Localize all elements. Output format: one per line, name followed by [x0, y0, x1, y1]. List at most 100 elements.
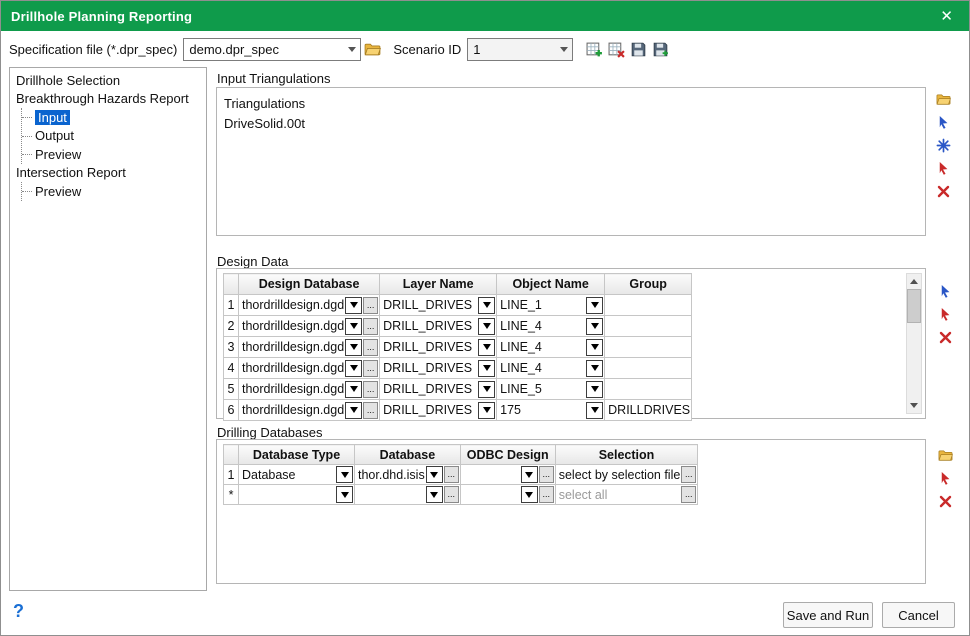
database-type-value[interactable]: Database — [242, 468, 335, 482]
dropdown-button[interactable] — [478, 402, 495, 419]
browse-button[interactable]: ... — [539, 486, 554, 503]
browse-button[interactable]: ... — [363, 318, 378, 335]
delete-scenario-button[interactable] — [605, 38, 627, 60]
dropdown-button[interactable] — [478, 318, 495, 335]
database-value[interactable]: thor.dhd.isis — [358, 468, 425, 482]
scrollbar-thumb[interactable] — [907, 289, 921, 323]
deselect-button[interactable] — [933, 158, 953, 178]
browse-button[interactable]: ... — [363, 297, 378, 314]
column-header[interactable]: ODBC Design — [460, 445, 555, 465]
column-header[interactable]: Selection — [555, 445, 698, 465]
dropdown-button[interactable] — [521, 466, 538, 483]
save-scenario-as-button[interactable] — [649, 38, 671, 60]
layer-name-value[interactable]: DRILL_DRIVES — [383, 340, 477, 354]
dropdown-button[interactable] — [345, 402, 362, 419]
dropdown-button[interactable] — [426, 466, 443, 483]
select-by-button[interactable] — [933, 135, 953, 155]
remove-all-button[interactable] — [935, 327, 955, 347]
layer-name-value[interactable]: DRILL_DRIVES — [383, 382, 477, 396]
tree-item-intersection-preview[interactable]: Preview — [22, 182, 206, 201]
layer-name-value[interactable]: DRILL_DRIVES — [383, 298, 477, 312]
object-name-value[interactable]: LINE_4 — [500, 361, 585, 375]
chevron-down-icon[interactable] — [343, 47, 360, 52]
object-name-value[interactable]: LINE_1 — [500, 298, 585, 312]
browse-button[interactable]: ... — [444, 466, 459, 483]
save-and-run-button[interactable]: Save and Run — [783, 602, 873, 628]
browse-button[interactable]: ... — [363, 360, 378, 377]
dropdown-button[interactable] — [586, 297, 603, 314]
browse-button[interactable]: ... — [681, 466, 696, 483]
dropdown-button[interactable] — [336, 466, 353, 483]
tree-item-intersection-report[interactable]: Intersection Report — [14, 164, 206, 183]
object-name-value[interactable]: 175 — [500, 403, 585, 417]
dropdown-button[interactable] — [478, 297, 495, 314]
vertical-scrollbar[interactable] — [906, 273, 922, 414]
browse-spec-folder-button[interactable] — [361, 38, 383, 60]
layer-name-value[interactable]: DRILL_DRIVES — [383, 361, 477, 375]
remove-all-button[interactable] — [935, 491, 955, 511]
browse-triangulation-button[interactable] — [933, 89, 953, 109]
column-header[interactable]: Database Type — [239, 445, 355, 465]
list-item[interactable]: DriveSolid.00t — [224, 113, 925, 133]
browse-button[interactable]: ... — [539, 466, 554, 483]
list-item[interactable]: Triangulations — [224, 93, 925, 113]
browse-button[interactable]: ... — [363, 339, 378, 356]
dropdown-button[interactable] — [521, 486, 538, 503]
tree-item-output[interactable]: Output — [22, 127, 206, 146]
close-button[interactable]: ✕ — [934, 7, 959, 25]
design-database-value[interactable]: thordrilldesign.dgd — [242, 403, 344, 417]
help-button[interactable]: ? — [13, 601, 24, 622]
design-database-value[interactable]: thordrilldesign.dgd — [242, 361, 344, 375]
browse-button[interactable]: ... — [681, 486, 696, 503]
dropdown-button[interactable] — [586, 339, 603, 356]
column-header[interactable]: Group — [605, 274, 692, 295]
chevron-down-icon[interactable] — [555, 47, 572, 52]
browse-database-button[interactable] — [935, 445, 955, 465]
dropdown-button[interactable] — [478, 339, 495, 356]
design-database-value[interactable]: thordrilldesign.dgd — [242, 298, 344, 312]
cancel-button[interactable]: Cancel — [882, 602, 955, 628]
scenario-id-combobox[interactable]: 1 — [467, 38, 573, 61]
group-value[interactable]: DRILLDRIVES — [608, 403, 690, 417]
dropdown-button[interactable] — [586, 318, 603, 335]
dropdown-button[interactable] — [586, 381, 603, 398]
dropdown-button[interactable] — [345, 381, 362, 398]
tree-item-breakthrough-hazards-report[interactable]: Breakthrough Hazards Report — [14, 90, 206, 109]
design-database-value[interactable]: thordrilldesign.dgd — [242, 319, 344, 333]
new-scenario-button[interactable] — [583, 38, 605, 60]
dropdown-button[interactable] — [336, 486, 353, 503]
deselect-button[interactable] — [935, 468, 955, 488]
design-database-value[interactable]: thordrilldesign.dgd — [242, 382, 344, 396]
dropdown-button[interactable] — [478, 360, 495, 377]
column-header[interactable]: Object Name — [497, 274, 605, 295]
object-name-value[interactable]: LINE_5 — [500, 382, 585, 396]
dropdown-button[interactable] — [478, 381, 495, 398]
tree-item-preview[interactable]: Preview — [22, 145, 206, 164]
layer-name-value[interactable]: DRILL_DRIVES — [383, 319, 477, 333]
dropdown-button[interactable] — [345, 339, 362, 356]
browse-button[interactable]: ... — [363, 402, 378, 419]
layer-name-value[interactable]: DRILL_DRIVES — [383, 403, 477, 417]
browse-button[interactable]: ... — [363, 381, 378, 398]
tree-item-input[interactable]: Input — [22, 108, 206, 127]
object-name-value[interactable]: LINE_4 — [500, 340, 585, 354]
scroll-up-button[interactable] — [907, 274, 921, 289]
spec-file-combobox[interactable]: demo.dpr_spec — [183, 38, 361, 61]
column-header[interactable]: Design Database — [239, 274, 380, 295]
tree-item-drillhole-selection[interactable]: Drillhole Selection — [14, 71, 206, 90]
dropdown-button[interactable] — [586, 402, 603, 419]
scroll-down-button[interactable] — [907, 398, 921, 413]
select-on-screen-button[interactable] — [935, 281, 955, 301]
select-on-screen-button[interactable] — [933, 112, 953, 132]
selection-value[interactable]: select all — [559, 488, 681, 502]
dropdown-button[interactable] — [345, 318, 362, 335]
dropdown-button[interactable] — [345, 360, 362, 377]
triangulations-list[interactable]: Triangulations DriveSolid.00t — [216, 87, 926, 236]
dropdown-button[interactable] — [586, 360, 603, 377]
deselect-button[interactable] — [935, 304, 955, 324]
design-database-value[interactable]: thordrilldesign.dgd — [242, 340, 344, 354]
object-name-value[interactable]: LINE_4 — [500, 319, 585, 333]
dropdown-button[interactable] — [426, 486, 443, 503]
save-scenario-button[interactable] — [627, 38, 649, 60]
selection-value[interactable]: select by selection file — [559, 468, 681, 482]
